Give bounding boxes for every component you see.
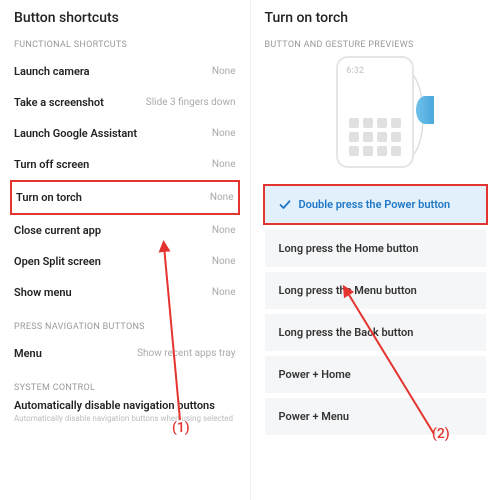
row-value: Slide 3 fingers down — [146, 97, 236, 108]
row-value: Show recent apps tray — [137, 348, 235, 359]
torch-options-pane: Turn on torch BUTTON AND GESTURE PREVIEW… — [251, 0, 500, 500]
row-value: None — [212, 256, 236, 267]
row-label: Close current app — [14, 224, 101, 237]
page-title-left: Button shortcuts — [14, 10, 236, 26]
option-label: Power + Menu — [279, 410, 350, 423]
auto-disable-title[interactable]: Automatically disable navigation buttons — [14, 399, 236, 412]
option-power-home[interactable]: Power + Home — [265, 356, 487, 393]
option-label: Power + Home — [279, 368, 351, 381]
row-label: Launch Google Assistant — [14, 127, 137, 140]
row-google-assistant[interactable]: Launch Google Assistant None — [14, 118, 236, 149]
row-value: None — [212, 128, 236, 139]
preview-graphic: 6:32 — [265, 56, 487, 174]
row-label: Turn off screen — [14, 158, 89, 171]
row-value: None — [212, 66, 236, 77]
row-screenshot[interactable]: Take a screenshot Slide 3 fingers down — [14, 87, 236, 118]
check-icon — [279, 199, 291, 211]
row-value: None — [212, 225, 236, 236]
row-turn-off-screen[interactable]: Turn off screen None — [14, 149, 236, 180]
row-label: Turn on torch — [16, 191, 82, 204]
page-title-right: Turn on torch — [265, 10, 487, 26]
highlight-box-torch: Turn on torch None — [10, 180, 240, 215]
row-split-screen[interactable]: Open Split screen None — [14, 246, 236, 277]
row-show-menu[interactable]: Show menu None — [14, 277, 236, 308]
phone-app-grid — [349, 118, 401, 156]
row-turn-on-torch[interactable]: Turn on torch None — [16, 182, 234, 213]
auto-disable-sub: Automatically disable navigation buttons… — [14, 414, 236, 423]
option-power-menu[interactable]: Power + Menu — [265, 398, 487, 435]
section-previews: BUTTON AND GESTURE PREVIEWS — [265, 40, 487, 50]
option-label: Long press the Menu button — [279, 284, 417, 297]
row-launch-camera[interactable]: Launch camera None — [14, 56, 236, 87]
row-value: None — [212, 287, 236, 298]
section-nav-buttons: PRESS NAVIGATION BUTTONS — [14, 322, 236, 332]
option-long-press-home[interactable]: Long press the Home button — [265, 230, 487, 267]
option-long-press-back[interactable]: Long press the Back button — [265, 314, 487, 351]
option-double-press-power[interactable]: Double press the Power button — [263, 184, 489, 225]
phone-mockup: 6:32 — [336, 56, 414, 168]
row-label: Show menu — [14, 286, 72, 299]
section-system-control: SYSTEM CONTROL — [14, 383, 236, 393]
row-label: Take a screenshot — [14, 96, 104, 109]
row-value: None — [212, 159, 236, 170]
row-menu[interactable]: Menu Show recent apps tray — [14, 338, 236, 369]
row-value: None — [210, 192, 234, 203]
shortcuts-pane: Button shortcuts FUNCTIONAL SHORTCUTS La… — [0, 0, 251, 500]
annotation-step-1: (1) — [172, 420, 190, 436]
phone-time: 6:32 — [346, 66, 364, 76]
power-button-press-icon — [416, 96, 434, 124]
option-label: Long press the Back button — [279, 326, 414, 339]
row-close-app[interactable]: Close current app None — [14, 215, 236, 246]
section-functional: FUNCTIONAL SHORTCUTS — [14, 40, 236, 50]
option-label: Double press the Power button — [299, 198, 451, 211]
row-label: Menu — [14, 347, 42, 360]
option-long-press-menu[interactable]: Long press the Menu button — [265, 272, 487, 309]
row-label: Open Split screen — [14, 255, 101, 268]
option-label: Long press the Home button — [279, 242, 419, 255]
annotation-step-2: (2) — [432, 426, 450, 442]
row-label: Launch camera — [14, 65, 90, 78]
